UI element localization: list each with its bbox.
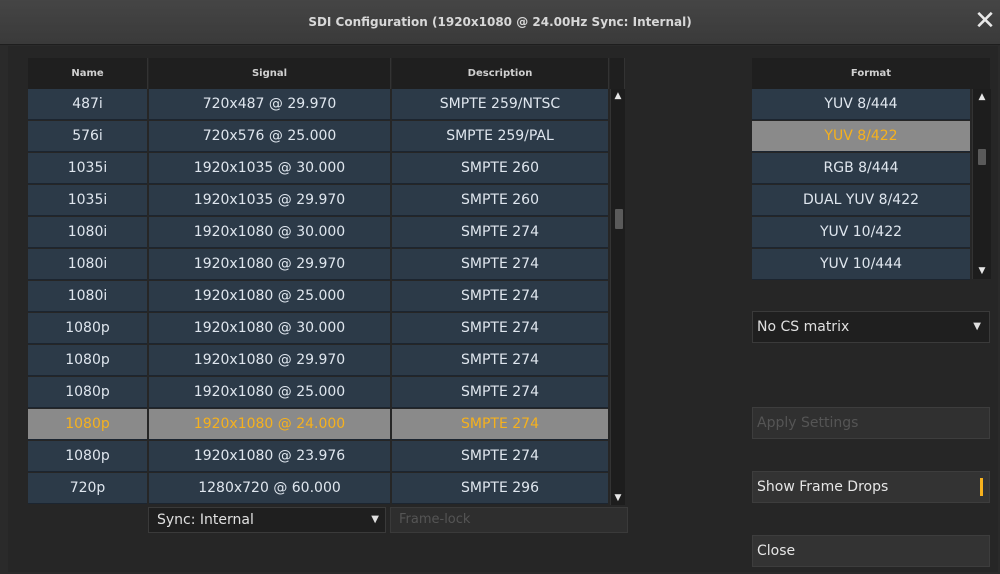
- cell-signal[interactable]: 1920x1080 @ 30.000: [149, 217, 390, 248]
- column-header-description[interactable]: Description: [392, 58, 609, 89]
- format-scrollbar[interactable]: ▲ ▼: [972, 89, 991, 279]
- close-button[interactable]: Close: [752, 535, 990, 567]
- chevron-down-icon: ▼: [973, 321, 981, 332]
- sync-select[interactable]: Sync: Internal ▼: [148, 507, 386, 533]
- window-title: SDI Configuration (1920x1080 @ 24.00Hz S…: [308, 15, 692, 29]
- cell-signal[interactable]: 1920x1080 @ 30.000: [149, 313, 390, 344]
- cell-name[interactable]: 1080i: [28, 217, 147, 248]
- cell-name[interactable]: 1080p: [28, 409, 147, 440]
- cell-name[interactable]: 1035i: [28, 153, 147, 184]
- close-icon[interactable]: ✕: [972, 6, 998, 36]
- cell-description[interactable]: SMPTE 259/NTSC: [392, 89, 608, 120]
- cell-description[interactable]: SMPTE 274: [392, 281, 608, 312]
- cell-name[interactable]: 1080p: [28, 441, 147, 472]
- column-header-signal[interactable]: Signal: [149, 58, 391, 89]
- cs-matrix-value: No CS matrix: [757, 319, 850, 335]
- cell-name[interactable]: 1035i: [28, 185, 147, 216]
- cell-signal[interactable]: 1920x1080 @ 25.000: [149, 281, 390, 312]
- cell-signal[interactable]: 1920x1080 @ 25.000: [149, 377, 390, 408]
- cell-name[interactable]: 1080p: [28, 313, 147, 344]
- cell-description[interactable]: SMPTE 259/PAL: [392, 121, 608, 152]
- apply-settings-button[interactable]: Apply Settings: [752, 407, 990, 439]
- scroll-down-icon[interactable]: ▼: [973, 266, 991, 276]
- cell-signal[interactable]: 1920x1035 @ 30.000: [149, 153, 390, 184]
- format-item[interactable]: DUAL YUV 8/422: [752, 185, 970, 216]
- scroll-down-icon[interactable]: ▼: [611, 493, 625, 503]
- cell-description[interactable]: SMPTE 260: [392, 185, 608, 216]
- framelock-field: Frame-lock: [390, 507, 628, 533]
- column-header-name[interactable]: Name: [28, 58, 148, 89]
- format-item[interactable]: YUV 10/422: [752, 217, 970, 248]
- scrollbar-thumb[interactable]: [978, 149, 986, 165]
- cell-signal[interactable]: 1920x1035 @ 29.970: [149, 185, 390, 216]
- format-item[interactable]: YUV 8/444: [752, 89, 970, 120]
- cell-signal[interactable]: 1920x1080 @ 29.970: [149, 249, 390, 280]
- cell-name[interactable]: 1080p: [28, 377, 147, 408]
- title-bar: SDI Configuration (1920x1080 @ 24.00Hz S…: [0, 0, 1000, 45]
- cell-name[interactable]: 487i: [28, 89, 147, 120]
- cell-signal[interactable]: 1920x1080 @ 24.000: [149, 409, 390, 440]
- cell-name[interactable]: 1080i: [28, 281, 147, 312]
- format-item[interactable]: RGB 8/444: [752, 153, 970, 184]
- cell-description[interactable]: SMPTE 260: [392, 153, 608, 184]
- cell-signal[interactable]: 1920x1080 @ 23.976: [149, 441, 390, 472]
- format-item[interactable]: YUV 10/444: [752, 249, 970, 280]
- table-scrollbar[interactable]: ▲ ▼: [610, 89, 625, 505]
- cell-signal[interactable]: 1280x720 @ 60.000: [149, 473, 390, 504]
- cell-name[interactable]: 576i: [28, 121, 147, 152]
- cell-description[interactable]: SMPTE 274: [392, 441, 608, 472]
- cell-signal[interactable]: 720x576 @ 25.000: [149, 121, 390, 152]
- cell-signal[interactable]: 720x487 @ 29.970: [149, 89, 390, 120]
- cell-description[interactable]: SMPTE 274: [392, 217, 608, 248]
- scrollbar-thumb[interactable]: [615, 209, 623, 229]
- cell-description[interactable]: SMPTE 274: [392, 345, 608, 376]
- cell-name[interactable]: 1080i: [28, 249, 147, 280]
- toggle-indicator: [980, 478, 983, 496]
- cell-description[interactable]: SMPTE 274: [392, 409, 608, 440]
- show-frame-drops-button[interactable]: Show Frame Drops: [752, 471, 990, 503]
- scroll-up-icon[interactable]: ▲: [973, 92, 991, 102]
- cell-description[interactable]: SMPTE 274: [392, 313, 608, 344]
- cell-name[interactable]: 1080p: [28, 345, 147, 376]
- header-spacer: [610, 58, 625, 89]
- cell-description[interactable]: SMPTE 274: [392, 377, 608, 408]
- cell-signal[interactable]: 1920x1080 @ 29.970: [149, 345, 390, 376]
- chevron-down-icon: ▼: [371, 514, 379, 525]
- cell-description[interactable]: SMPTE 274: [392, 249, 608, 280]
- format-header: Format: [752, 58, 990, 89]
- sync-value: Sync: Internal: [157, 512, 254, 528]
- show-frame-drops-label: Show Frame Drops: [757, 479, 889, 495]
- cell-description[interactable]: SMPTE 296: [392, 473, 608, 504]
- cell-name[interactable]: 720p: [28, 473, 147, 504]
- scroll-up-icon[interactable]: ▲: [611, 91, 625, 101]
- format-item[interactable]: YUV 8/422: [752, 121, 970, 152]
- cs-matrix-select[interactable]: No CS matrix ▼: [752, 311, 990, 343]
